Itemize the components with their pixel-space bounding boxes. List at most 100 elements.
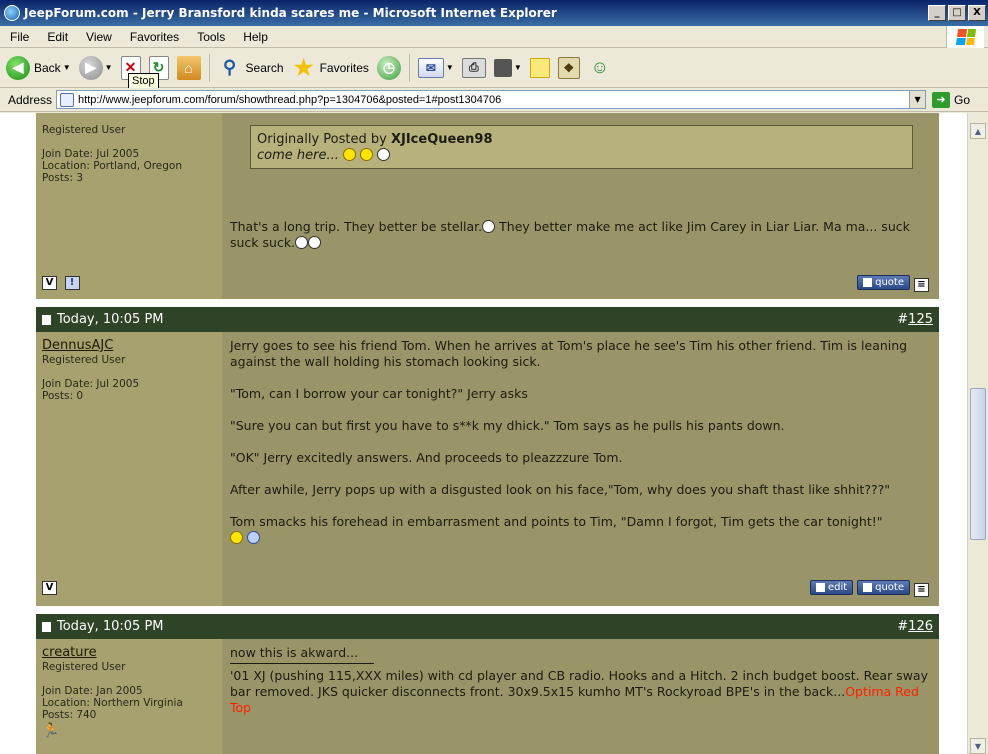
favorites-label: Favorites — [319, 60, 369, 75]
messenger-icon: ☺ — [590, 57, 609, 77]
post-paragraph: "Sure you can but first you have to s**k… — [230, 418, 785, 433]
post-hash: # — [897, 619, 909, 634]
user-details: Join Date: Jul 2005 Posts: 0 — [42, 378, 216, 402]
mail-button[interactable]: ✉ ▼ — [417, 57, 454, 78]
scroll-down-icon[interactable]: ▼ — [970, 738, 986, 754]
thumbs-up-icon — [246, 531, 260, 544]
multiquote-icon[interactable]: ≡ — [914, 278, 929, 292]
user-details: Join Date: Jul 2005 Location: Portland, … — [42, 148, 216, 184]
smile-icon — [360, 148, 374, 161]
quote-text: come here... — [257, 148, 339, 163]
page-content: Registered User Join Date: Jul 2005 Loca… — [0, 113, 967, 754]
favorites-button[interactable]: ★ Favorites — [292, 55, 369, 80]
address-label: Address — [8, 92, 53, 107]
menu-tools[interactable]: Tools — [187, 30, 233, 44]
mail-dropdown-icon[interactable]: ▼ — [446, 63, 454, 72]
post: Registered User Join Date: Jul 2005 Loca… — [36, 113, 939, 299]
menu-view[interactable]: View — [76, 30, 120, 44]
post-paragraph: "Tom, can I borrow your car tonight?" Je… — [230, 386, 528, 401]
research-icon: ❖ — [557, 56, 580, 79]
post-paragraph: Tom smacks his forehead in embarrasment … — [230, 514, 883, 529]
grin-icon — [295, 236, 309, 249]
message-body: Jerry goes to see his friend Tom. When h… — [222, 332, 939, 606]
quote-button[interactable]: quote — [857, 275, 911, 290]
post: Today, 10:05 PM #125 DennusAJC Registere… — [36, 307, 939, 606]
join-date: Join Date: Jul 2005 — [42, 148, 140, 160]
note-icon — [529, 57, 550, 78]
quote-author: XJIceQueen98 — [390, 132, 493, 147]
message-body: Originally Posted by XJIceQueen98 come h… — [222, 113, 939, 299]
history-button[interactable]: ◷ — [376, 55, 401, 80]
forward-arrow-icon: ▶ — [78, 55, 103, 80]
minimize-button[interactable]: _ — [928, 5, 946, 21]
user-info: Registered User Join Date: Jul 2005 Loca… — [36, 113, 222, 299]
username-link[interactable]: creature — [42, 645, 216, 660]
go-label: Go — [954, 92, 971, 107]
vcard-icon[interactable]: V — [42, 276, 57, 290]
scroll-up-icon[interactable]: ▲ — [970, 123, 986, 139]
address-bar: Address http://www.jeepforum.com/forum/s… — [0, 88, 988, 112]
edit-dropdown-icon[interactable]: ▼ — [514, 63, 522, 72]
printer-icon: ⎙ — [461, 57, 486, 78]
running-man-icon: 🏃 — [42, 723, 60, 739]
search-label: Search — [245, 60, 284, 75]
vcard-icon[interactable]: V — [42, 581, 57, 595]
edit-button[interactable]: edit — [809, 580, 854, 595]
smile-icon — [230, 531, 243, 544]
location: Location: Northern Virginia — [42, 697, 183, 709]
join-date: Join Date: Jan 2005 — [42, 685, 143, 697]
back-button[interactable]: ◀ Back ▼ — [6, 55, 71, 80]
signature-text: '01 XJ (pushing 115,XXX miles) with cd p… — [230, 668, 928, 699]
maximize-button[interactable]: □ — [948, 5, 966, 21]
menu-edit[interactable]: Edit — [37, 30, 76, 44]
back-arrow-icon: ◀ — [6, 55, 30, 80]
message-body: now this is akward... '01 XJ (pushing 11… — [222, 639, 939, 754]
post-date: Today, 10:05 PM — [57, 619, 164, 634]
menu-bar: File Edit View Favorites Tools Help — [0, 26, 988, 48]
messenger-button[interactable]: ☺ — [588, 56, 612, 80]
windows-logo-icon — [946, 26, 984, 48]
smile-icon — [343, 148, 357, 161]
address-input[interactable]: http://www.jeepforum.com/forum/showthrea… — [56, 90, 927, 109]
post-header: Today, 10:05 PM #126 — [36, 614, 939, 639]
forward-dropdown-icon[interactable]: ▼ — [105, 63, 113, 72]
post-count: Posts: 0 — [42, 390, 83, 402]
scroll-thumb[interactable] — [970, 388, 986, 540]
forward-button[interactable]: ▶ ▼ — [78, 55, 113, 80]
quote-button[interactable]: quote — [857, 580, 911, 595]
research-button[interactable]: ❖ — [557, 56, 580, 79]
menu-help[interactable]: Help — [233, 30, 276, 44]
back-dropdown-icon[interactable]: ▼ — [63, 63, 71, 72]
go-button[interactable]: ➜ Go — [932, 91, 971, 108]
search-button[interactable]: ⚲ Search — [218, 56, 284, 80]
title-bar: JeepForum.com - Jerry Bransford kinda sc… — [0, 0, 988, 26]
edit-page-button[interactable]: ▼ — [493, 58, 522, 77]
address-url: http://www.jeepforum.com/forum/showthrea… — [78, 93, 502, 106]
close-button[interactable]: X — [968, 5, 986, 21]
username-link[interactable]: DennusAJC — [42, 338, 216, 353]
location: Location: Portland, Oregon — [42, 160, 183, 172]
stop-tooltip: Stop — [128, 73, 159, 89]
print-button[interactable]: ⎙ — [461, 57, 486, 78]
menu-file[interactable]: File — [0, 30, 37, 44]
quote-box: Originally Posted by XJIceQueen98 come h… — [250, 125, 913, 169]
post-number-link[interactable]: 125 — [908, 312, 933, 327]
home-button[interactable]: ⌂ — [176, 55, 201, 80]
user-role: Registered User — [42, 661, 126, 673]
post-paragraph: Jerry goes to see his friend Tom. When h… — [230, 338, 908, 369]
home-icon: ⌂ — [176, 55, 201, 80]
post-number-link[interactable]: 126 — [908, 619, 933, 634]
signature-divider — [230, 663, 374, 664]
discuss-button[interactable] — [529, 57, 550, 78]
back-label: Back — [34, 60, 61, 75]
user-role: Registered User — [42, 124, 126, 136]
multiquote-icon[interactable]: ≡ — [914, 583, 929, 597]
address-dropdown-icon[interactable]: ▼ — [909, 91, 926, 108]
window-title: JeepForum.com - Jerry Bransford kinda sc… — [24, 6, 557, 20]
ie-icon — [4, 5, 20, 21]
user-details: Join Date: Jan 2005 Location: Northern V… — [42, 685, 216, 721]
post-date: Today, 10:05 PM — [57, 312, 164, 327]
report-icon[interactable]: ! — [64, 276, 80, 290]
vertical-scrollbar[interactable]: ▲ ▼ — [967, 113, 988, 754]
menu-favorites[interactable]: Favorites — [120, 30, 187, 44]
